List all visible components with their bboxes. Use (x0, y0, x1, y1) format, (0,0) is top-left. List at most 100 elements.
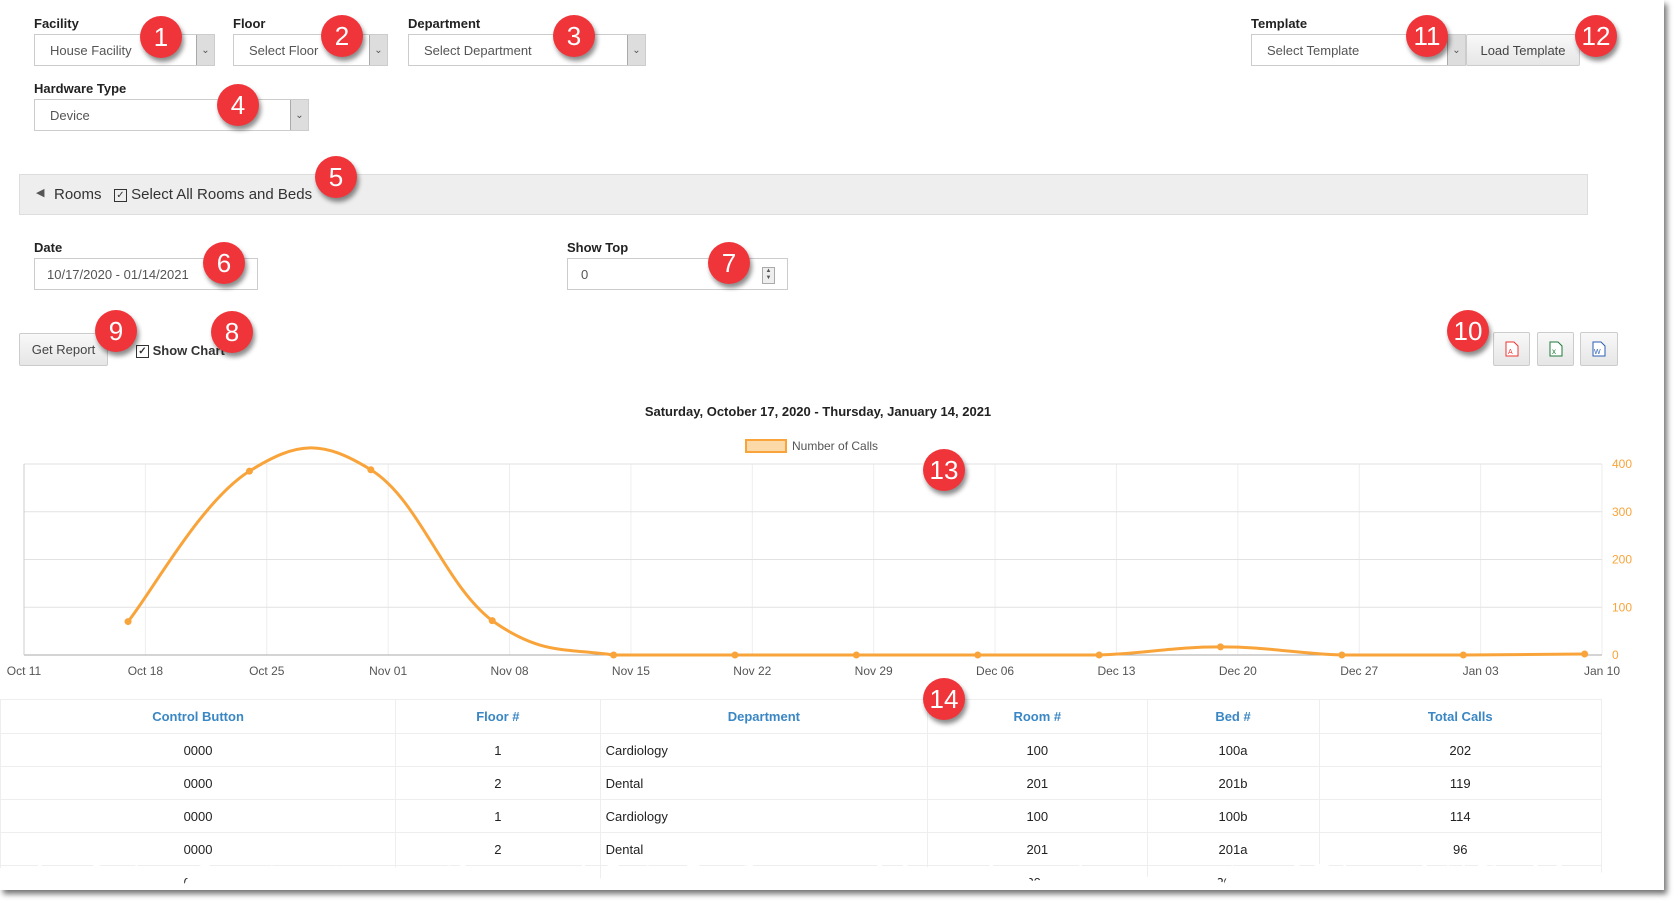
data-point[interactable] (1459, 651, 1467, 659)
callout-badge: 7 (708, 242, 750, 284)
table-cell: 0000 (0, 799, 397, 833)
export-pdf-button[interactable]: A (1493, 332, 1530, 366)
data-point[interactable] (245, 467, 253, 475)
facility-value: House Facility (50, 43, 132, 58)
table-row: 0000 2 200 200-1 94 (0, 865, 1603, 886)
department-select[interactable]: Select Department ⌄ (408, 34, 646, 66)
data-point[interactable] (610, 651, 618, 659)
data-point[interactable] (124, 618, 132, 626)
column-header[interactable]: Department (599, 699, 929, 734)
table-row: 0000 1 Cardiology 100 100b 114 (0, 799, 1603, 833)
floor-select[interactable]: Select Floor ⌄ (233, 34, 388, 66)
checkbox-checked-icon[interactable]: ✓ (136, 345, 149, 359)
chevron-down-icon[interactable]: ⌄ (369, 35, 387, 65)
chevron-down-icon[interactable]: ⌄ (290, 100, 308, 130)
rooms-panel[interactable]: ◀ Rooms ✓ Select All Rooms and Beds (19, 174, 1588, 215)
table-cell: 114 (1318, 799, 1603, 833)
table-cell: 1 (395, 799, 601, 833)
checkbox-checked-icon[interactable]: ✓ (114, 188, 127, 202)
y-tick-label: 100 (1612, 600, 1632, 614)
table-cell: 96 (1318, 832, 1603, 866)
date-label: Date (34, 240, 63, 255)
table-cell: 200-1 (1146, 865, 1320, 886)
data-point[interactable] (1217, 643, 1225, 651)
table-row: 0000 2 Dental 201 201b 119 (0, 766, 1603, 800)
x-tick-label: Nov 29 (855, 664, 893, 678)
callout-badge: 11 (1406, 15, 1448, 57)
table-cell: Dental (599, 832, 929, 866)
legend-swatch (745, 439, 787, 453)
floor-label: Floor (233, 16, 266, 31)
table-cell: 2 (395, 766, 601, 800)
callout-badge: 9 (95, 310, 137, 352)
x-tick-label: Dec 13 (1097, 664, 1135, 678)
chevron-down-icon[interactable]: ⌄ (627, 35, 645, 65)
table-cell: 94 (1318, 865, 1603, 886)
select-all-rooms-checkbox[interactable]: ✓ Select All Rooms and Beds (114, 186, 312, 203)
table-cell: 2 (395, 865, 601, 886)
column-header[interactable]: Total Calls (1318, 699, 1603, 734)
chevron-down-icon[interactable]: ⌄ (1447, 35, 1465, 65)
show-top-label: Show Top (567, 240, 629, 255)
data-point[interactable] (367, 466, 375, 474)
load-template-button[interactable]: Load Template (1466, 34, 1580, 66)
hardware-type-value: Device (50, 108, 90, 123)
export-excel-button[interactable]: x (1537, 332, 1574, 366)
data-point[interactable] (1095, 651, 1103, 659)
excel-icon: x (1549, 341, 1562, 357)
date-range-value: 10/17/2020 - 01/14/2021 (47, 267, 189, 282)
callout-badge: 6 (203, 242, 245, 284)
data-point[interactable] (974, 651, 982, 659)
x-tick-label: Jan 10 (1584, 664, 1620, 678)
template-value: Select Template (1267, 43, 1360, 58)
department-label: Department (408, 16, 481, 31)
data-point[interactable] (1581, 650, 1589, 658)
caret-left-icon[interactable]: ◀ (36, 186, 44, 199)
stepper-arrows-icon[interactable]: ▲ ▼ (762, 267, 775, 284)
data-point[interactable] (1338, 651, 1346, 659)
callout-badge: 2 (321, 15, 363, 57)
column-header[interactable]: Control Button (0, 699, 397, 734)
data-point[interactable] (731, 651, 739, 659)
callout-badge: 13 (923, 449, 965, 491)
x-tick-label: Dec 20 (1219, 664, 1257, 678)
table-row: 0000 2 Dental 201 201a 96 (0, 832, 1603, 866)
show-chart-checkbox[interactable]: ✓ Show Chart (136, 343, 225, 359)
export-word-button[interactable]: W (1580, 332, 1618, 366)
report-page: Facility House Facility ⌄ Floor Select F… (0, 0, 1664, 890)
floor-value: Select Floor (249, 43, 319, 58)
x-tick-label: Jan 03 (1463, 664, 1499, 678)
column-header[interactable]: Bed # (1146, 699, 1320, 734)
data-point[interactable] (852, 651, 860, 659)
column-header[interactable]: Floor # (395, 699, 601, 734)
x-tick-label: Dec 06 (976, 664, 1014, 678)
callout-badge: 8 (211, 311, 253, 353)
x-tick-label: Nov 22 (733, 664, 771, 678)
get-report-button[interactable]: Get Report (19, 333, 108, 366)
callout-badge: 4 (217, 84, 259, 126)
show-chart-label: Show Chart (152, 343, 225, 358)
table-cell: 200 (927, 865, 1148, 886)
table-cell: 100 (927, 733, 1148, 767)
pdf-icon: A (1505, 341, 1518, 357)
legend-label[interactable]: Number of Calls (792, 439, 878, 453)
show-top-stepper[interactable]: 0 ▲ ▼ (567, 258, 788, 290)
chevron-down-icon[interactable]: ⌄ (196, 35, 214, 65)
callout-badge: 3 (553, 15, 595, 57)
x-tick-label: Nov 08 (491, 664, 529, 678)
table-cell: 0000 (0, 832, 397, 866)
facility-select[interactable]: House Facility ⌄ (34, 34, 215, 66)
hardware-type-select[interactable]: Device ⌄ (34, 99, 309, 131)
table-cell: 201 (927, 766, 1148, 800)
table-cell: 100 (927, 799, 1148, 833)
x-tick-label: Nov 15 (612, 664, 650, 678)
callout-badge: 14 (923, 678, 965, 720)
x-tick-label: Nov 01 (369, 664, 407, 678)
data-point[interactable] (488, 617, 496, 625)
rooms-toggle[interactable]: Rooms (54, 186, 102, 203)
chart-title: Saturday, October 17, 2020 - Thursday, J… (645, 404, 991, 419)
table-cell: Dental (599, 766, 929, 800)
svg-text:W: W (1594, 349, 1601, 356)
table-cell: Cardiology (599, 799, 929, 833)
table-cell (599, 865, 929, 886)
